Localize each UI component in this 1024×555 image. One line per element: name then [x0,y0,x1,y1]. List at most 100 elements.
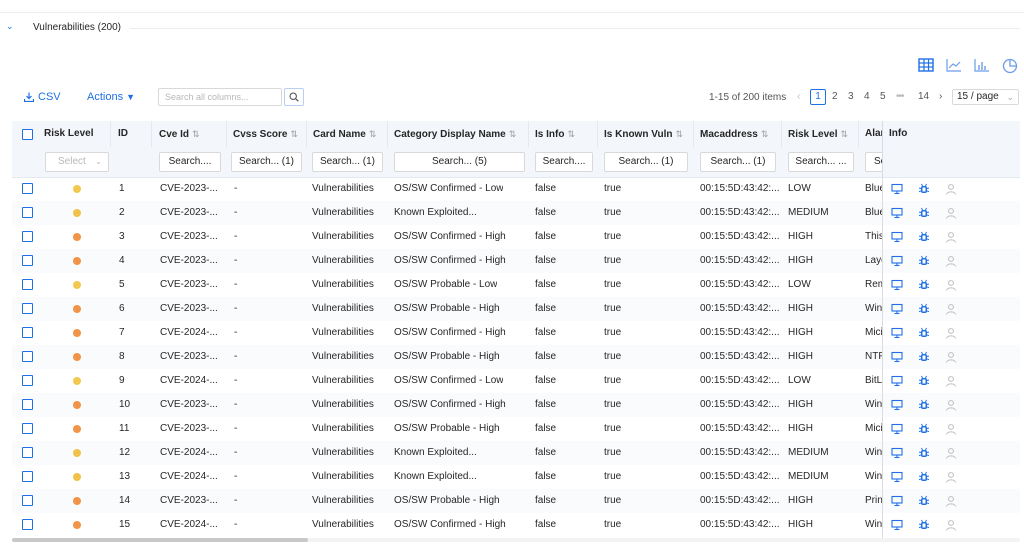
row-checkbox[interactable] [22,255,33,266]
monitor-icon[interactable] [891,375,903,390]
page-5[interactable]: 5 [880,91,886,102]
bug-icon[interactable] [918,447,930,462]
user-icon[interactable] [945,255,957,270]
user-icon[interactable] [945,231,957,246]
user-icon[interactable] [945,423,957,438]
page-1[interactable]: 1 [810,89,826,105]
monitor-icon[interactable] [891,495,903,510]
bug-icon[interactable] [918,183,930,198]
csv-button[interactable]: CSV [23,91,61,103]
table-row[interactable]: 4 CVE-2023-... - Vulnerabilities OS/SW Confi… [12,249,1020,273]
table-row[interactable]: 2 CVE-2023-... - Vulnerabilities Known Explo… [12,201,1020,225]
monitor-icon[interactable] [891,519,903,534]
page-size-select[interactable]: 15 / page ⌄ [952,89,1019,105]
risk-level-2-filter[interactable]: Search... ... [788,152,854,172]
page-ellipsis[interactable]: ••• [896,91,904,102]
user-icon[interactable] [945,399,957,414]
user-icon[interactable] [945,495,957,510]
monitor-icon[interactable] [891,183,903,198]
bug-icon[interactable] [918,399,930,414]
table-row[interactable]: 10 CVE-2023-... - Vulnerabilities OS/SW Conf… [12,393,1020,417]
user-icon[interactable] [945,207,957,222]
pie-chart-icon[interactable] [1002,58,1018,77]
horizontal-scrollbar[interactable] [12,538,308,542]
row-checkbox[interactable] [22,207,33,218]
user-icon[interactable] [945,327,957,342]
user-icon[interactable] [945,471,957,486]
col-card-name[interactable]: Card Name ⇅ [307,121,388,147]
col-cve-id[interactable]: Cve Id ⇅ [153,121,227,147]
row-checkbox[interactable] [22,423,33,434]
monitor-icon[interactable] [891,447,903,462]
col-is-info[interactable]: Is Info ⇅ [529,121,598,147]
page-2[interactable]: 2 [832,91,838,102]
cvss-score-filter[interactable]: Search... (1) [231,152,302,172]
line-chart-icon[interactable] [946,58,962,75]
monitor-icon[interactable] [891,231,903,246]
row-checkbox[interactable] [22,375,33,386]
col-is-known-vuln[interactable]: Is Known Vuln ⇅ [598,121,694,147]
bug-icon[interactable] [918,519,930,534]
monitor-icon[interactable] [891,255,903,270]
table-row[interactable]: 8 CVE-2023-... - Vulnerabilities OS/SW Proba… [12,345,1020,369]
table-row[interactable]: 1 CVE-2023-... - Vulnerabilities OS/SW Confi… [12,177,1020,201]
actions-dropdown[interactable]: Actions ▼ [87,91,135,103]
page-3[interactable]: 3 [848,91,854,102]
bug-icon[interactable] [918,231,930,246]
risk-level-filter[interactable]: Select ⌄ [45,152,109,172]
bug-icon[interactable] [918,207,930,222]
alarm-filter[interactable]: Se [865,152,883,172]
col-risk-level-2[interactable]: Risk Level ⇅ [782,121,859,147]
bug-icon[interactable] [918,375,930,390]
chevron-down-icon[interactable]: ⌄ [6,21,14,32]
col-risk-level[interactable]: Risk Level [38,121,111,147]
col-alarm[interactable]: Alar [859,121,883,147]
card-name-filter[interactable]: Search... (1) [312,152,383,172]
row-checkbox[interactable] [22,351,33,362]
prev-page-icon[interactable]: ‹ [797,91,800,102]
monitor-icon[interactable] [891,351,903,366]
monitor-icon[interactable] [891,207,903,222]
row-checkbox[interactable] [22,399,33,410]
row-checkbox[interactable] [22,303,33,314]
user-icon[interactable] [945,279,957,294]
search-button[interactable] [284,88,304,106]
user-icon[interactable] [945,183,957,198]
section-header[interactable]: ⌄ Vulnerabilities (200) [0,18,1024,38]
table-row[interactable]: 7 CVE-2024-... - Vulnerabilities OS/SW Confi… [12,321,1020,345]
cve-id-filter[interactable]: Search.... [159,152,221,172]
table-row[interactable]: 3 CVE-2023-... - Vulnerabilities OS/SW Confi… [12,225,1020,249]
col-macaddress[interactable]: Macaddress ⇅ [694,121,782,147]
is-known-vuln-filter[interactable]: Search... (1) [604,152,688,172]
monitor-icon[interactable] [891,399,903,414]
bar-chart-icon[interactable] [974,58,990,75]
table-row[interactable]: 13 CVE-2024-... - Vulnerabilities Known Expl… [12,465,1020,489]
bug-icon[interactable] [918,327,930,342]
row-checkbox[interactable] [22,327,33,338]
user-icon[interactable] [945,519,957,534]
next-page-icon[interactable]: › [939,91,942,102]
macaddress-filter[interactable]: Search... (1) [700,152,776,172]
select-all-checkbox[interactable] [22,129,33,140]
search-input[interactable] [158,88,282,106]
table-row[interactable]: 14 CVE-2023-... - Vulnerabilities OS/SW Prob… [12,489,1020,513]
row-checkbox[interactable] [22,231,33,242]
bug-icon[interactable] [918,495,930,510]
row-checkbox[interactable] [22,495,33,506]
table-row[interactable]: 5 CVE-2023-... - Vulnerabilities OS/SW Proba… [12,273,1020,297]
monitor-icon[interactable] [891,279,903,294]
bug-icon[interactable] [918,471,930,486]
page-14[interactable]: 14 [918,91,929,102]
user-icon[interactable] [945,375,957,390]
page-4[interactable]: 4 [864,91,870,102]
bug-icon[interactable] [918,255,930,270]
bug-icon[interactable] [918,279,930,294]
monitor-icon[interactable] [891,327,903,342]
table-icon[interactable] [918,58,934,75]
monitor-icon[interactable] [891,303,903,318]
row-checkbox[interactable] [22,447,33,458]
col-id[interactable]: ID [112,121,152,147]
bug-icon[interactable] [918,351,930,366]
monitor-icon[interactable] [891,423,903,438]
col-category-display-name[interactable]: Category Display Name ⇅ [388,121,529,147]
